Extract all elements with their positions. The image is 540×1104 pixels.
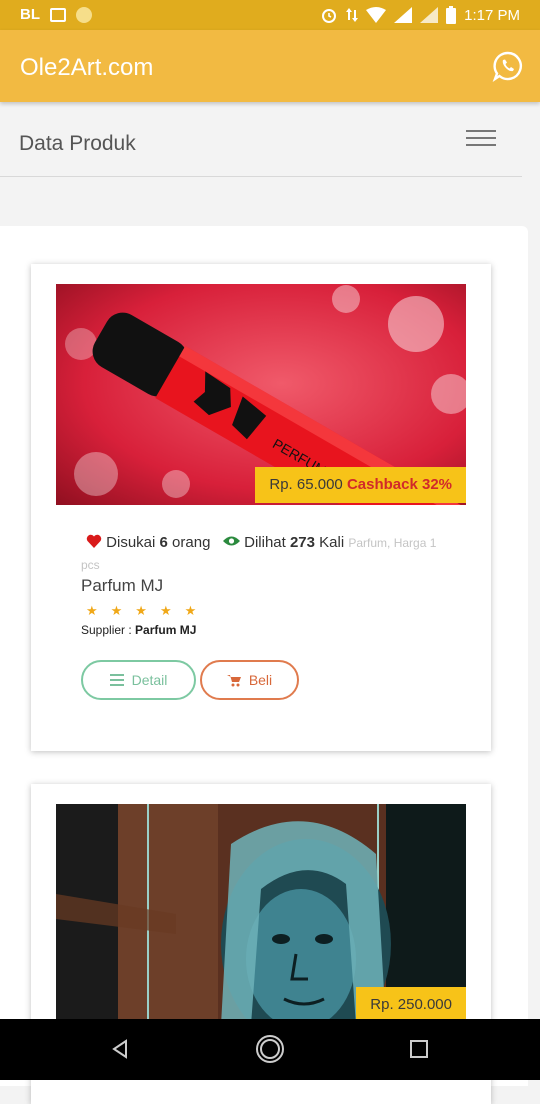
app-brand[interactable]: Ole2Art.com xyxy=(20,54,153,82)
signal-icon-2 xyxy=(420,7,439,23)
app-bar: Ole2Art.com xyxy=(0,30,540,102)
eye-icon xyxy=(222,536,240,546)
detail-button[interactable]: Detail xyxy=(81,660,196,700)
supplier-label: Supplier : xyxy=(81,623,132,637)
list-icon xyxy=(109,674,124,686)
price-tag: Rp. 65.000 Cashback 32% xyxy=(255,467,466,503)
hamburger-menu-icon[interactable] xyxy=(466,130,496,148)
app-notification-icon xyxy=(76,6,92,23)
product-meta: Disukai 6 orang Dilihat 273 Kali Parfum,… xyxy=(81,532,451,576)
status-bar: BL 1:17 PM xyxy=(0,0,540,30)
system-navigation-bar xyxy=(0,1019,540,1080)
supplier-name: Parfum MJ xyxy=(135,623,197,637)
likes-label: Disukai xyxy=(106,534,156,551)
views-unit: Kali xyxy=(319,534,345,551)
recent-apps-icon[interactable] xyxy=(410,1040,428,1058)
back-icon[interactable] xyxy=(111,1039,129,1059)
views-label: Dilihat xyxy=(244,534,286,551)
cart-icon xyxy=(226,674,241,686)
supplier-line: Supplier : Parfum MJ xyxy=(81,623,196,637)
alarm-icon xyxy=(322,9,337,23)
product-name[interactable]: Parfum MJ xyxy=(81,576,163,596)
likes-count: 6 xyxy=(159,534,168,551)
page-header: Data Produk xyxy=(0,102,522,177)
home-icon[interactable] xyxy=(255,1034,285,1064)
buy-button[interactable]: Beli xyxy=(200,660,299,700)
price-tag: Rp. 250.000 xyxy=(356,987,466,1023)
detail-button-label: Detail xyxy=(131,672,168,688)
status-carrier-text: BL xyxy=(20,6,40,23)
data-arrows-icon xyxy=(346,8,359,22)
product-list-panel: PERFUME Rp. 65.000 Cashback 32% Disukai … xyxy=(0,226,528,1104)
price-value: Rp. 65.000 xyxy=(269,476,343,493)
status-time: 1:17 PM xyxy=(464,6,520,24)
battery-icon xyxy=(446,6,457,24)
product-image-perfume[interactable]: PERFUME Rp. 65.000 Cashback 32% xyxy=(56,284,466,505)
likes-unit: orang xyxy=(172,534,211,551)
product-image-portrait[interactable]: Rp. 250.000 xyxy=(56,804,466,1025)
product-card: PERFUME Rp. 65.000 Cashback 32% Disukai … xyxy=(31,264,491,751)
star-rating-icon: ★★★★★ xyxy=(86,603,210,618)
signal-icon xyxy=(394,7,413,23)
price-value: Rp. 250.000 xyxy=(370,996,452,1013)
wifi-icon xyxy=(366,7,387,23)
whatsapp-icon[interactable] xyxy=(492,50,524,82)
heart-icon xyxy=(86,534,102,548)
gallery-notification-icon xyxy=(50,7,66,22)
cashback-label: Cashback 32% xyxy=(346,476,452,493)
page-title: Data Produk xyxy=(19,132,136,155)
views-count: 273 xyxy=(289,534,315,551)
buy-button-label: Beli xyxy=(248,672,273,688)
